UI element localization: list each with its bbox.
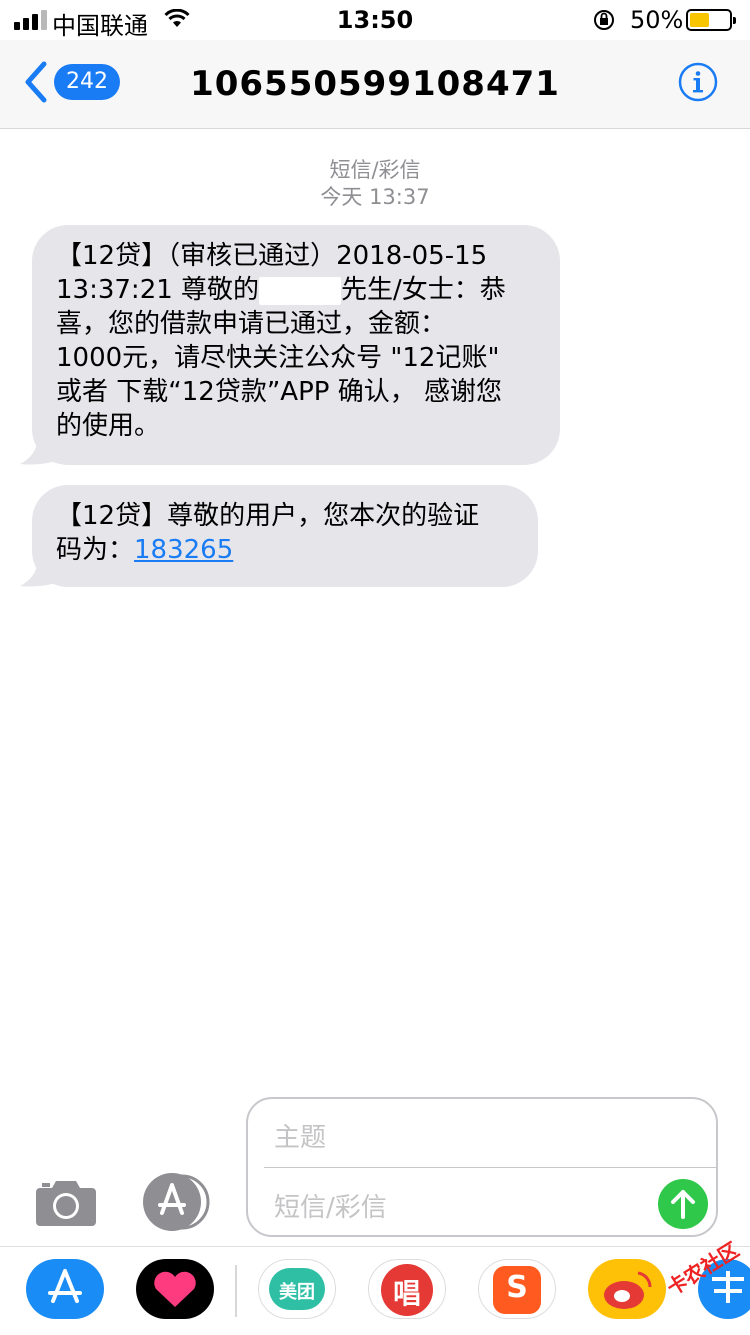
drawer-separator (235, 1265, 237, 1317)
conversation-title: 106550599108471 (190, 64, 560, 104)
weibo-icon (604, 1271, 652, 1309)
sogou-drawer-icon[interactable]: S (478, 1259, 556, 1319)
status-bar: 中国联通 13:50 50% (0, 0, 750, 40)
message-line: 码为：183265 (56, 535, 234, 565)
arrow-up-icon (671, 1190, 695, 1219)
send-button[interactable] (658, 1179, 708, 1229)
message-line: 喜，您的借款申请已通过，金额： (56, 309, 447, 339)
app-store-drawer-icon[interactable] (26, 1259, 104, 1319)
composer-divider (264, 1167, 716, 1168)
digital-touch-drawer-icon[interactable] (136, 1259, 214, 1319)
message-type-label: 短信/彩信 (329, 158, 421, 182)
message-line: 【12贷】（审核已通过）2018-05-15 (56, 241, 488, 271)
app-store-icon (48, 1269, 82, 1303)
changba-icon: 唱 (392, 1277, 421, 1310)
message-composer[interactable]: 主题 短信/彩信 (246, 1097, 718, 1237)
app-store-icon[interactable] (140, 1173, 212, 1231)
message-line: 【12贷】尊敬的用户，您本次的验证 (56, 501, 480, 531)
weibo-drawer-icon[interactable] (588, 1259, 666, 1319)
rotation-lock-icon (594, 10, 614, 30)
meituan-drawer-icon[interactable]: 美团 (258, 1259, 336, 1319)
changba-drawer-icon[interactable]: 唱 (368, 1259, 446, 1319)
message-field[interactable]: 短信/彩信 (274, 1187, 387, 1224)
battery-icon (686, 9, 736, 31)
info-icon[interactable] (678, 62, 718, 102)
message-line: 的使用。 (56, 411, 161, 441)
thread-timestamp: 今天 13:37 (320, 185, 430, 209)
redacted-name (259, 276, 342, 305)
message-line: 13:37:21 尊敬的 先生/女士：恭 (56, 275, 506, 305)
camera-icon[interactable] (34, 1178, 98, 1226)
battery-fill (690, 13, 709, 27)
meituan-icon: 美团 (279, 1282, 315, 1303)
sogou-icon: S (506, 1270, 528, 1305)
message-bubble[interactable]: 【12贷】尊敬的用户，您本次的验证 码为：183265 (32, 485, 538, 587)
verification-code-link[interactable]: 183265 (134, 535, 233, 565)
message-line: 或者 下载“12贷款”APP 确认， 感谢您 (56, 377, 502, 407)
app-drawer: 美团 唱 S (0, 1246, 750, 1335)
digital-touch-icon (154, 1271, 196, 1307)
subject-field[interactable]: 主题 (274, 1117, 326, 1154)
navigation-bar: 242 106550599108471 (0, 40, 750, 129)
message-line: 1000元，请尽快关注公众号 "12记账" (56, 343, 500, 373)
battery-percent: 50% (630, 6, 684, 34)
message-bubble[interactable]: 【12贷】（审核已通过）2018-05-15 13:37:21 尊敬的 先生/女士… (32, 225, 560, 465)
